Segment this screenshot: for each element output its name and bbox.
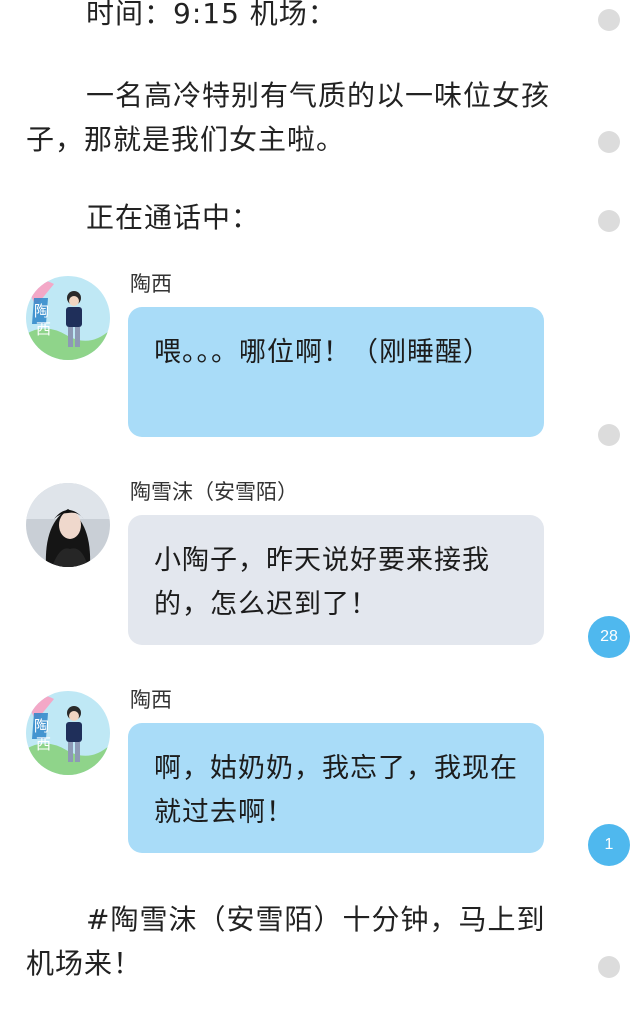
svg-text:陶: 陶 (34, 717, 49, 735)
paragraph-comment-dot[interactable] (598, 9, 620, 31)
comment-count-badge[interactable]: 1 (588, 824, 630, 866)
chat-bubble: 小陶子，昨天说好要来接我的，怎么迟到了！ (128, 515, 544, 645)
story-paragraph-calling: 正在通话中： (86, 201, 261, 234)
paragraph-comment-dot[interactable] (598, 131, 620, 153)
avatar-taoxi[interactable]: 陶 西 (26, 691, 110, 775)
speaker-name: 陶雪沫（安雪陌） (130, 480, 298, 504)
paragraph-comment-dot[interactable] (598, 210, 620, 232)
story-paragraph-ending: #陶雪沫（安雪陌）十分钟，马上到机场来！ (26, 903, 546, 980)
paragraph-comment-dot[interactable] (598, 424, 620, 446)
avatar-taoxi[interactable]: 陶 西 (26, 276, 110, 360)
svg-text:陶: 陶 (34, 302, 49, 320)
chat-bubble: 喂。。。哪位啊！（刚睡醒） (128, 307, 544, 437)
comment-count-badge[interactable]: 28 (588, 616, 630, 658)
story-text: 时间：9:15 机场： (86, 0, 337, 30)
speaker-name: 陶西 (130, 688, 172, 712)
story-paragraph-time: 时间：9:15 机场： (26, 0, 574, 36)
svg-text:西: 西 (36, 735, 51, 753)
svg-text:西: 西 (36, 320, 51, 338)
story-paragraph-intro: 一名高冷特别有气质的以一味位女孩子，那就是我们女主啦。 (26, 79, 551, 156)
chat-bubble: 啊，姑奶奶，我忘了，我现在就过去啊！ (128, 723, 544, 853)
speaker-name: 陶西 (130, 272, 172, 296)
story-page: 时间：9:15 机场： 一名高冷特别有气质的以一味位女孩子，那就是我们女主啦。 … (0, 0, 634, 1024)
avatar-taoxuemo[interactable] (26, 483, 110, 567)
paragraph-comment-dot[interactable] (598, 956, 620, 978)
